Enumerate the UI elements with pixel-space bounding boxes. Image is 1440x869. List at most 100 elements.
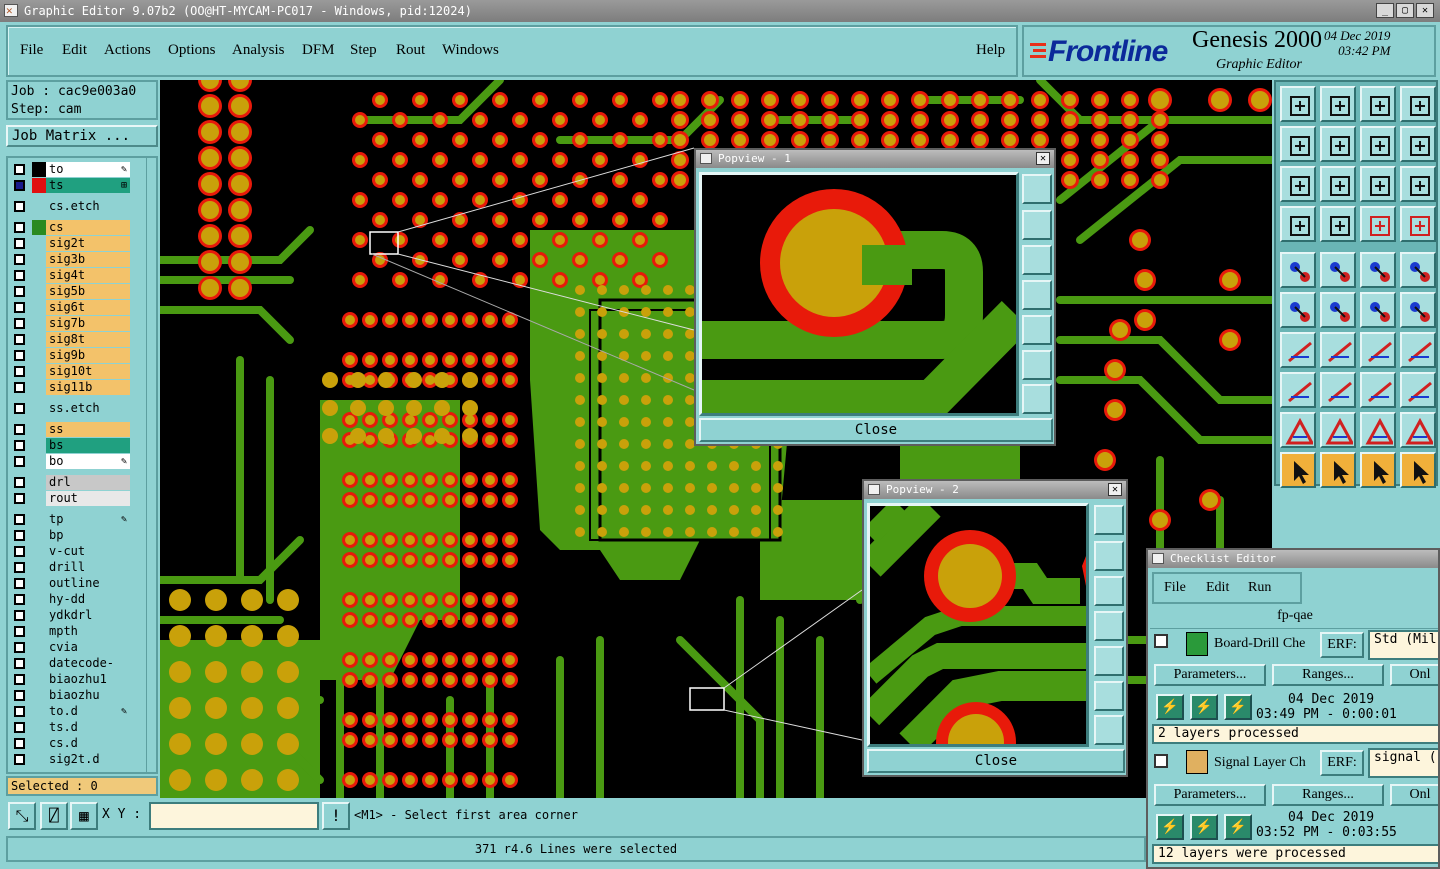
- layer-checkbox[interactable]: [14, 477, 25, 488]
- layer-name[interactable]: drl: [46, 475, 130, 490]
- layer-color-swatch[interactable]: [32, 752, 46, 767]
- layer-checkbox[interactable]: [14, 754, 25, 765]
- popview-2-pan-left-icon[interactable]: [1094, 611, 1124, 641]
- check-2-toggle[interactable]: [1154, 754, 1168, 768]
- layer-checkbox[interactable]: [14, 286, 25, 297]
- layer-checkbox[interactable]: [14, 610, 25, 621]
- layers-a-icon[interactable]: [1360, 206, 1396, 242]
- layer-name[interactable]: cvia: [46, 640, 130, 655]
- layer-row-mpth[interactable]: mpth: [10, 624, 130, 639]
- layer-row-ts[interactable]: ts ⊞: [10, 178, 130, 193]
- triangle-c-icon[interactable]: [1360, 412, 1396, 448]
- layer-row-rout[interactable]: rout: [10, 491, 130, 506]
- popview-1-zoom-in-icon[interactable]: [1022, 174, 1052, 204]
- layer-name[interactable]: v-cut: [46, 544, 130, 559]
- check-2-parameters-button[interactable]: Parameters...: [1154, 784, 1266, 806]
- layer-name[interactable]: tp ✎: [46, 512, 130, 527]
- layer-row-cs[interactable]: cs: [10, 220, 130, 235]
- popview-1-zoom-out-icon[interactable]: [1022, 384, 1052, 414]
- scale-1-2-icon[interactable]: [1360, 166, 1396, 202]
- popview-1-pan-up-icon[interactable]: [1022, 210, 1052, 240]
- fit-icon[interactable]: [1280, 166, 1316, 202]
- layer-name[interactable]: sig3b: [46, 252, 130, 267]
- layer-checkbox[interactable]: [14, 578, 25, 589]
- add-arc-icon[interactable]: [1400, 292, 1436, 328]
- layer-checkbox[interactable]: [14, 690, 25, 701]
- popview-2-zoom-in-icon[interactable]: [1094, 505, 1124, 535]
- layer-name[interactable]: to.d ✎: [46, 704, 130, 719]
- check-1-ranges-button[interactable]: Ranges...: [1272, 664, 1384, 686]
- route-a-icon[interactable]: [1280, 332, 1316, 368]
- clear-icon[interactable]: [1280, 206, 1316, 242]
- close-window-button[interactable]: ✕: [1416, 3, 1434, 18]
- check-2-run-action-icon[interactable]: ⚡: [1190, 814, 1218, 840]
- popview-1-pan-right-icon[interactable]: [1022, 315, 1052, 345]
- layer-color-swatch[interactable]: [32, 284, 46, 299]
- layer-name[interactable]: bp: [46, 528, 130, 543]
- layer-color-swatch[interactable]: [32, 438, 46, 453]
- menu-rout[interactable]: Rout: [396, 42, 425, 59]
- copy-icon[interactable]: [1400, 372, 1436, 408]
- layer-name[interactable]: biaozhu1: [46, 672, 130, 687]
- layer-row-sig9b[interactable]: sig9b: [10, 348, 130, 363]
- grid-icon[interactable]: ▦: [70, 802, 98, 830]
- pan-left-icon[interactable]: [1280, 126, 1316, 162]
- layer-name[interactable]: bs: [46, 438, 130, 453]
- layer-checkbox[interactable]: [14, 626, 25, 637]
- layer-row-drill[interactable]: drill: [10, 560, 130, 575]
- layer-row-ss[interactable]: ss: [10, 422, 130, 437]
- layer-color-swatch[interactable]: [32, 422, 46, 437]
- menu-step[interactable]: Step: [350, 42, 377, 59]
- layer-color-swatch[interactable]: [32, 252, 46, 267]
- maximize-button[interactable]: ▢: [1396, 3, 1414, 18]
- layer-color-swatch[interactable]: [32, 656, 46, 671]
- layer-checkbox[interactable]: [14, 180, 25, 191]
- layer-scrollbar[interactable]: [146, 158, 156, 772]
- check-2-only-button[interactable]: Onl: [1390, 784, 1438, 806]
- layer-row-sig2t[interactable]: sig2t: [10, 236, 130, 251]
- layer-color-swatch[interactable]: [32, 688, 46, 703]
- layer-checkbox[interactable]: [14, 440, 25, 451]
- layer-color-swatch[interactable]: [32, 608, 46, 623]
- popview-1-pan-left-icon[interactable]: [1022, 280, 1052, 310]
- arc-icon[interactable]: [1360, 332, 1396, 368]
- layer-row-cvia[interactable]: cvia: [10, 640, 130, 655]
- layer-name[interactable]: sig5b: [46, 284, 130, 299]
- popview-2-view[interactable]: [867, 503, 1089, 747]
- split-icon[interactable]: [1400, 332, 1436, 368]
- layer-name[interactable]: cs.etch: [46, 199, 130, 214]
- layer-name[interactable]: ydkdrl: [46, 608, 130, 623]
- popview-2-close-icon[interactable]: ✕: [1108, 483, 1122, 496]
- layer-checkbox[interactable]: [14, 238, 25, 249]
- menu-file[interactable]: File: [20, 42, 43, 59]
- menu-analysis[interactable]: Analysis: [232, 42, 285, 59]
- feature-icon[interactable]: [1280, 372, 1316, 408]
- pad-icon[interactable]: [1400, 252, 1436, 288]
- layer-row-sig11b[interactable]: sig11b: [10, 380, 130, 395]
- layer-name[interactable]: mpth: [46, 624, 130, 639]
- layer-name[interactable]: rout: [46, 491, 130, 506]
- layer-row-v-cut[interactable]: v-cut: [10, 544, 130, 559]
- layer-name[interactable]: ss: [46, 422, 130, 437]
- layer-row-bo[interactable]: bo ✎: [10, 454, 130, 469]
- check-2-erf-value[interactable]: signal (: [1368, 748, 1438, 778]
- zoom-home-icon[interactable]: [1280, 86, 1316, 122]
- xy-input[interactable]: [149, 802, 319, 830]
- layer-row-tp[interactable]: tp ✎: [10, 512, 130, 527]
- layer-checkbox[interactable]: [14, 318, 25, 329]
- popview-2-zoom-out-icon[interactable]: [1094, 715, 1124, 745]
- menu-dfm[interactable]: DFM: [302, 42, 335, 59]
- layer-name[interactable]: bo ✎: [46, 454, 130, 469]
- layer-row-outline[interactable]: outline: [10, 576, 130, 591]
- layer-row-sig5b[interactable]: sig5b: [10, 284, 130, 299]
- layer-checkbox[interactable]: [14, 493, 25, 504]
- layer-checkbox[interactable]: [14, 164, 25, 175]
- layer-row-datecode-pte[interactable]: datecode-pte: [10, 656, 130, 685]
- layer-color-swatch[interactable]: [32, 576, 46, 591]
- layer-checkbox[interactable]: [14, 674, 25, 685]
- layer-checkbox[interactable]: [14, 722, 25, 733]
- measure-icon[interactable]: [1360, 372, 1396, 408]
- route-b-icon[interactable]: [1320, 332, 1356, 368]
- pointer-icon[interactable]: [1280, 452, 1316, 488]
- layer-row-sig10t[interactable]: sig10t: [10, 364, 130, 379]
